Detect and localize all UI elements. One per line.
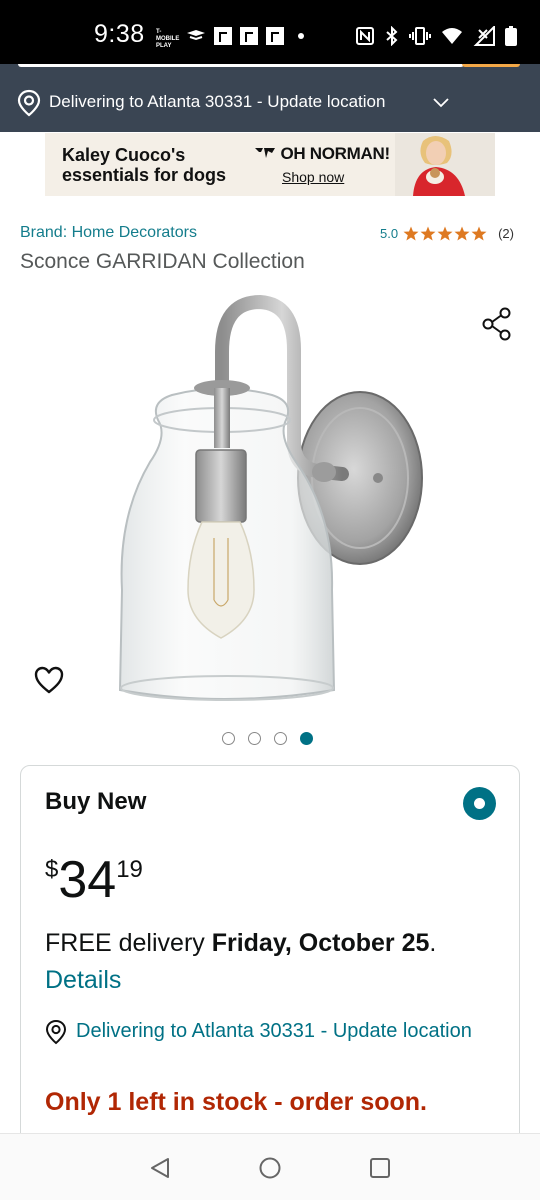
carousel-dot[interactable] [222, 732, 235, 745]
system-navigation-bar [0, 1133, 540, 1200]
price: $ 34 19 [45, 852, 143, 908]
recent-apps-icon[interactable] [368, 1156, 392, 1180]
status-time: 9:38 [94, 20, 145, 48]
wifi-icon [442, 28, 462, 44]
status-bar: 9:38 T-MOBILE PLAY [0, 0, 540, 64]
ad-headline: Kaley Cuoco's essentials for dogs [62, 145, 227, 185]
more-notifications-icon [298, 33, 304, 39]
share-icon[interactable] [481, 307, 513, 341]
app-notification-icon [214, 27, 232, 45]
signal-icon [473, 26, 495, 46]
price-symbol: $ [45, 856, 59, 883]
back-icon[interactable] [148, 1156, 172, 1180]
system-icons [355, 24, 517, 48]
cast-icon [187, 30, 205, 41]
buy-new-title: Buy New [45, 788, 147, 815]
carousel-dot[interactable] [248, 732, 261, 745]
buy-new-radio[interactable] [463, 787, 496, 820]
nfc-icon [356, 27, 374, 45]
carousel-dot-active[interactable] [300, 732, 313, 745]
notification-icons [186, 24, 304, 48]
carousel-dot[interactable] [274, 732, 287, 745]
wishlist-heart-icon[interactable] [34, 666, 64, 694]
brand-link[interactable]: Brand: Home Decorators [20, 224, 197, 242]
star-icon [454, 226, 470, 241]
price-fraction: 19 [116, 856, 143, 883]
sponsored-ad-banner[interactable]: Kaley Cuoco's essentials for dogs OH NOR… [45, 133, 495, 196]
rating-summary[interactable]: 5.0 (2) [380, 226, 514, 241]
delivery-details-link[interactable]: Details [45, 966, 121, 995]
delivery-location-link[interactable]: Delivering to Atlanta 30331 - Update loc… [76, 1017, 476, 1046]
star-icon [403, 226, 419, 241]
home-icon[interactable] [258, 1156, 282, 1180]
battery-icon [505, 26, 517, 46]
delivery-info: FREE delivery Friday, October 25. [45, 929, 437, 957]
delivery-location-bar[interactable]: Delivering to Atlanta 30331 - Update loc… [0, 72, 540, 132]
app-notification-icon [266, 27, 284, 45]
app-notification-icon [240, 27, 258, 45]
product-title: Sconce GARRIDAN Collection [20, 250, 305, 273]
buy-new-card[interactable]: Buy New $ 34 19 FREE delivery Friday, Oc… [20, 765, 520, 1185]
price-whole: 34 [58, 851, 117, 909]
location-pin-icon [17, 89, 41, 117]
product-image[interactable] [110, 290, 440, 710]
stock-status: Only 1 left in stock - order soon. [45, 1088, 428, 1116]
star-rating [403, 226, 487, 241]
search-bar[interactable] [0, 64, 540, 72]
image-carousel-indicator[interactable] [222, 732, 313, 745]
chevron-down-icon [433, 98, 449, 108]
search-button[interactable] [462, 64, 520, 67]
search-input[interactable] [18, 64, 464, 67]
star-icon [471, 226, 487, 241]
dog-logo-icon [255, 148, 275, 158]
ad-brand-logo: OH NORMAN! [254, 144, 390, 164]
rating-count: (2) [498, 226, 514, 241]
ad-photo [395, 133, 495, 196]
star-icon [437, 226, 453, 241]
delivery-location-text: Delivering to Atlanta 30331 - Update loc… [49, 92, 386, 111]
star-icon [420, 226, 436, 241]
ad-person-image [395, 133, 495, 196]
carrier-label: T-MOBILE PLAY [156, 29, 180, 49]
delivery-date: Friday, October 25 [211, 929, 430, 957]
rating-value: 5.0 [380, 226, 399, 241]
vibrate-icon [409, 27, 431, 45]
bluetooth-icon [386, 26, 398, 46]
location-pin-icon [45, 1019, 67, 1045]
ad-shop-now-link[interactable]: Shop now [282, 169, 344, 185]
